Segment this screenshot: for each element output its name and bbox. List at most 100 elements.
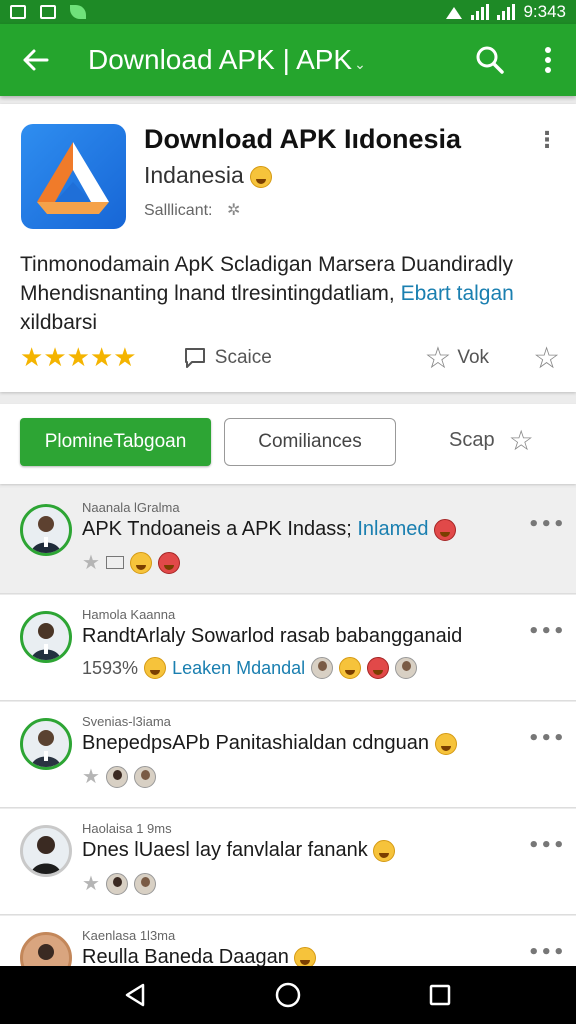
signal-2-icon (497, 4, 516, 20)
comment-more-button[interactable]: ••• (528, 835, 566, 856)
face-icon (105, 872, 128, 895)
developer-badge-icon (250, 165, 273, 188)
primary-filter-button[interactable]: PlomineTabgoan (20, 418, 211, 466)
avatar (20, 504, 72, 556)
comment-link[interactable]: Inlamed (357, 518, 428, 540)
app-logo-icon (37, 142, 109, 214)
comment-username: Kaenlasa 1l3ma (82, 928, 176, 943)
avatar (20, 825, 72, 877)
user-avatar-icon (31, 730, 61, 767)
scap-filter[interactable]: Scap ☆ (449, 424, 534, 457)
comment-row[interactable]: Svenias-l3iama BnepedpsAPb Panitashialda… (0, 702, 576, 808)
comment-body: Reulla Baneda Daagan (82, 946, 289, 968)
comment-meta: 1593% Leaken Mdandal (82, 657, 418, 679)
nav-home-button[interactable] (258, 966, 318, 1024)
user-avatar-icon (31, 836, 61, 874)
comment-stat: 1593% (82, 657, 139, 678)
user-avatar-icon (31, 623, 61, 660)
star-icon: ★ (89, 343, 114, 373)
app-actions-row: ★★★★★ Scaice ☆ Vok ☆ (20, 341, 560, 376)
star-icon: ★ (82, 552, 100, 574)
app-card-more-button[interactable]: ⋮ (532, 128, 562, 158)
comment-row[interactable]: Hamola Kaanna RandtArlaly Sowarlod rasab… (0, 595, 576, 701)
description-link[interactable]: Ebart talgan (401, 282, 514, 305)
comment-body: RandtArlaly Sowarlod rasab babangganaid (82, 625, 463, 647)
scap-label: Scap (449, 429, 495, 451)
circle-home-icon (275, 982, 301, 1008)
emoji-icon (434, 732, 457, 755)
star-icon: ★ (113, 343, 137, 373)
comment-icon (184, 348, 205, 368)
nav-recents-button[interactable] (410, 966, 470, 1024)
comment-body: APK Tndoaneis a APK Indass; (82, 518, 352, 540)
app-toolbar: Download APK | APK ⌄ (0, 24, 576, 96)
comment-meta: ★ (82, 871, 156, 896)
comment-row[interactable]: Haolaisa 1 9ms Dnes lUaesl lay fanvlalar… (0, 809, 576, 915)
app-meta-text: Salllicant: (144, 202, 213, 219)
rating-stars: ★★★★★ (20, 343, 183, 373)
emoji-icon (144, 657, 167, 679)
avatar (20, 718, 72, 770)
comments-filter-button[interactable]: Comiliances (224, 418, 396, 466)
chevron-down-icon: ⌄ (354, 56, 366, 72)
star-icon: ★ (43, 343, 67, 373)
gallery-notification-icon (10, 5, 26, 19)
emoji-icon (129, 551, 152, 574)
comment-more-button[interactable]: ••• (528, 728, 566, 749)
app-notification-icon (70, 5, 86, 19)
square-recents-icon (429, 984, 451, 1006)
star-icon: ★ (82, 766, 100, 788)
face-icon (133, 765, 156, 788)
avatar (20, 611, 72, 663)
app-logo (21, 124, 126, 229)
face-icon (395, 657, 418, 679)
comment-meta: ★ (82, 550, 180, 575)
vote-button[interactable]: ☆ Vok (424, 341, 523, 376)
more-vert-icon (545, 47, 551, 73)
overflow-menu-button[interactable] (520, 24, 576, 96)
toolbar-title-text: Download APK | APK (88, 44, 353, 75)
comment-text: APK Tndoaneis a APK Indass; Inlamed (82, 518, 457, 541)
favorite-star-button[interactable]: ☆ (533, 341, 560, 376)
face-icon (133, 872, 156, 895)
status-right-icons: 9:343 (445, 2, 566, 22)
star-outline-icon: ☆ (508, 425, 534, 456)
app-description: Tinmonodamain ApK Scladigan Marsera Duan… (20, 250, 560, 337)
sim-notification-icon (40, 5, 56, 19)
triangle-back-icon (125, 983, 145, 1007)
comment-username: Svenias-l3iama (82, 714, 171, 729)
app-developer[interactable]: Indanesia (144, 162, 273, 189)
comment-text: Dnes lUaesl lay fanvlalar fanank (82, 839, 396, 862)
comment-more-button[interactable]: ••• (528, 514, 566, 535)
star-icon: ★ (82, 873, 100, 895)
comment-meta-link[interactable]: Leaken Mdandal (172, 658, 305, 679)
comment-row[interactable]: Naanala lGralma APK Tndoaneis a APK Inda… (0, 488, 576, 594)
nav-back-button[interactable] (106, 966, 166, 1024)
app-meta: Salllicant: ✲ (144, 200, 240, 220)
app-name: Download APK Iıdonesia (144, 124, 462, 154)
face-icon (105, 765, 128, 788)
app-info-card: Download APK Iıdonesia Indanesia Salllic… (0, 104, 576, 392)
star-icon: ★ (66, 343, 90, 373)
comment-username: Haolaisa 1 9ms (82, 821, 172, 836)
arrow-left-icon (23, 49, 49, 71)
user-avatar-icon (31, 516, 61, 553)
emoji-icon (373, 839, 396, 862)
comment-body: BnepedpsAPb Panitashialdan cdnguan (82, 732, 429, 754)
mail-icon (105, 556, 124, 569)
comment-meta: ★ (82, 764, 156, 789)
status-time: 9:343 (523, 2, 566, 21)
back-button[interactable] (0, 24, 70, 96)
comment-more-button[interactable]: ••• (528, 942, 566, 963)
emoji-icon (434, 518, 457, 541)
signal-icon (471, 4, 490, 20)
system-nav-bar (0, 966, 576, 1024)
status-bar: 9:343 (0, 0, 576, 24)
toolbar-title[interactable]: Download APK | APK ⌄ (70, 44, 460, 76)
star-outline-icon: ☆ (424, 341, 452, 375)
comment-label: Scaice (214, 347, 272, 368)
comment-more-button[interactable]: ••• (528, 621, 566, 642)
comment-button[interactable]: Scaice (183, 346, 425, 370)
comment-text: BnepedpsAPb Panitashialdan cdnguan (82, 732, 457, 755)
search-button[interactable] (460, 24, 520, 96)
